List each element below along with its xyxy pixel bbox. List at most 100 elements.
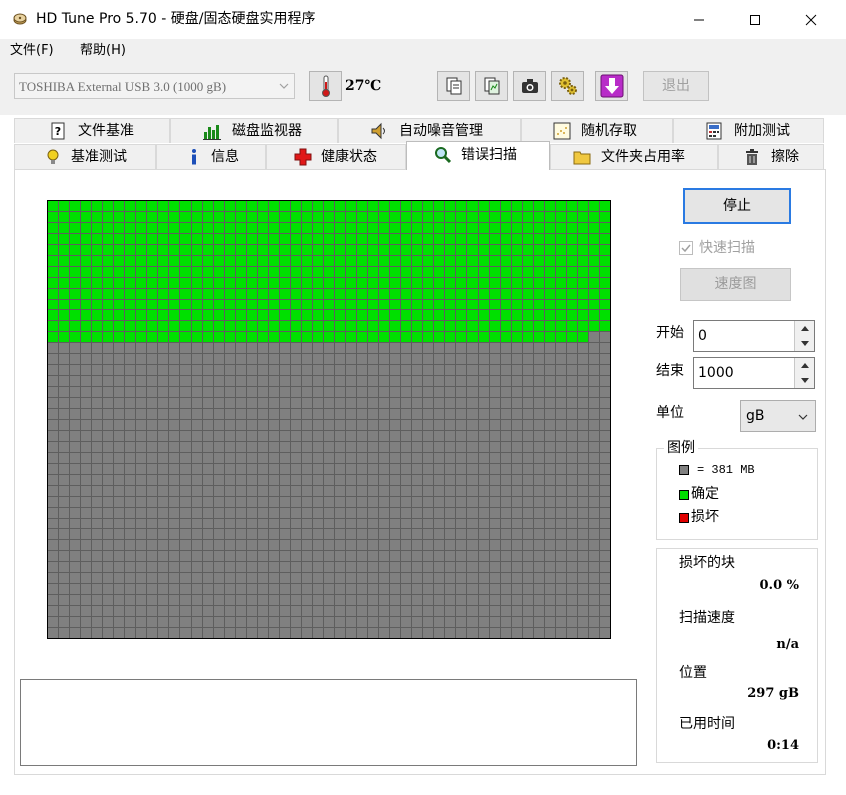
- block-ok: [59, 277, 70, 288]
- block-unscanned: [213, 628, 224, 638]
- block-unscanned: [555, 507, 566, 518]
- block-ok: [191, 288, 202, 299]
- block-ok: [357, 266, 368, 277]
- block-unscanned: [158, 540, 169, 551]
- block-unscanned: [279, 452, 290, 463]
- block-unscanned: [235, 387, 246, 398]
- block-ok: [136, 299, 147, 310]
- block-ok: [268, 233, 279, 244]
- minimize-button[interactable]: [676, 0, 722, 39]
- tab-random-access[interactable]: 随机存取: [521, 118, 673, 143]
- block-ok: [489, 266, 500, 277]
- spin-up-button[interactable]: [794, 358, 814, 373]
- tab-label: 附加测试: [734, 123, 790, 139]
- block-unscanned: [335, 595, 346, 606]
- block-unscanned: [511, 419, 522, 430]
- block-unscanned: [566, 562, 577, 573]
- block-ok: [412, 288, 423, 299]
- tab-error-scan[interactable]: 错误扫描: [406, 141, 550, 170]
- end-spinner[interactable]: 1000: [693, 357, 815, 389]
- block-ok: [511, 201, 522, 211]
- block-ok: [169, 201, 180, 211]
- block-ok: [235, 255, 246, 266]
- block-unscanned: [279, 485, 290, 496]
- title-bar[interactable]: HD Tune Pro 5.70 - 硬盘/固态硬盘实用程序: [0, 0, 846, 39]
- tab-info[interactable]: 信息: [156, 144, 266, 169]
- block-unscanned: [544, 409, 555, 419]
- block-unscanned: [412, 562, 423, 573]
- block-ok: [500, 211, 511, 222]
- unit-select[interactable]: gB: [740, 400, 816, 432]
- tab-disk-monitor[interactable]: 磁盘监视器: [170, 118, 338, 143]
- block-ok: [158, 266, 169, 277]
- block-unscanned: [180, 628, 191, 638]
- block-unscanned: [81, 419, 92, 430]
- tab-noise-management[interactable]: 自动噪音管理: [338, 118, 521, 143]
- start-spinner[interactable]: 0: [693, 320, 815, 352]
- maximize-button[interactable]: [732, 0, 778, 39]
- block-unscanned: [555, 398, 566, 409]
- block-unscanned: [136, 343, 147, 354]
- exit-button[interactable]: 退出: [643, 71, 709, 101]
- block-unscanned: [312, 419, 323, 430]
- tab-erase[interactable]: 擦除: [718, 144, 824, 169]
- block-unscanned: [213, 606, 224, 617]
- temperature-button[interactable]: [309, 71, 342, 101]
- block-unscanned: [235, 562, 246, 573]
- block-ok: [423, 233, 434, 244]
- close-button[interactable]: [788, 0, 834, 39]
- block-ok: [279, 222, 290, 233]
- block-unscanned: [268, 485, 279, 496]
- tab-label: 健康状态: [321, 149, 377, 165]
- block-unscanned: [92, 387, 103, 398]
- block-unscanned: [434, 562, 445, 573]
- block-unscanned: [445, 584, 456, 595]
- block-unscanned: [202, 628, 213, 638]
- block-unscanned: [566, 540, 577, 551]
- block-unscanned: [566, 409, 577, 419]
- spin-up-button[interactable]: [794, 321, 814, 336]
- block-ok: [213, 211, 224, 222]
- menu-help[interactable]: 帮助(H): [80, 43, 126, 59]
- block-ok: [467, 222, 478, 233]
- block-unscanned: [257, 463, 268, 474]
- tab-health[interactable]: 健康状态: [266, 144, 406, 169]
- drive-select[interactable]: TOSHIBA External USB 3.0 (1000 gB): [14, 73, 295, 99]
- menu-file[interactable]: 文件(F): [10, 43, 54, 59]
- speed-map-button[interactable]: 速度图: [680, 268, 791, 301]
- save-button[interactable]: [595, 71, 628, 101]
- block-unscanned: [478, 376, 489, 387]
- block-ok: [346, 332, 357, 343]
- block-unscanned: [180, 409, 191, 419]
- options-button[interactable]: [551, 71, 584, 101]
- copy-result-button[interactable]: [475, 71, 508, 101]
- block-unscanned: [335, 540, 346, 551]
- block-unscanned: [390, 463, 401, 474]
- block-ok: [125, 332, 136, 343]
- block-unscanned: [357, 529, 368, 540]
- copy-info-button[interactable]: [437, 71, 470, 101]
- block-ok: [357, 201, 368, 211]
- tab-benchmark[interactable]: 基准测试: [14, 144, 156, 169]
- tab-file-benchmark[interactable]: ? 文件基准: [14, 118, 170, 143]
- block-ok: [467, 321, 478, 332]
- stop-button[interactable]: 停止: [683, 188, 791, 224]
- block-ok: [390, 222, 401, 233]
- block-unscanned: [114, 387, 125, 398]
- block-unscanned: [467, 529, 478, 540]
- block-unscanned: [125, 518, 136, 529]
- spin-down-button[interactable]: [794, 373, 814, 388]
- block-unscanned: [368, 430, 379, 441]
- block-unscanned: [379, 430, 390, 441]
- block-unscanned: [368, 518, 379, 529]
- tab-extra-tests[interactable]: 附加测试: [673, 118, 824, 143]
- block-unscanned: [202, 354, 213, 365]
- tab-folder-usage[interactable]: 文件夹占用率: [550, 144, 718, 169]
- block-unscanned: [533, 551, 544, 562]
- block-ok: [555, 211, 566, 222]
- block-ok: [180, 332, 191, 343]
- spin-down-button[interactable]: [794, 336, 814, 351]
- block-ok: [136, 332, 147, 343]
- screenshot-button[interactable]: [513, 71, 546, 101]
- block-unscanned: [599, 332, 610, 343]
